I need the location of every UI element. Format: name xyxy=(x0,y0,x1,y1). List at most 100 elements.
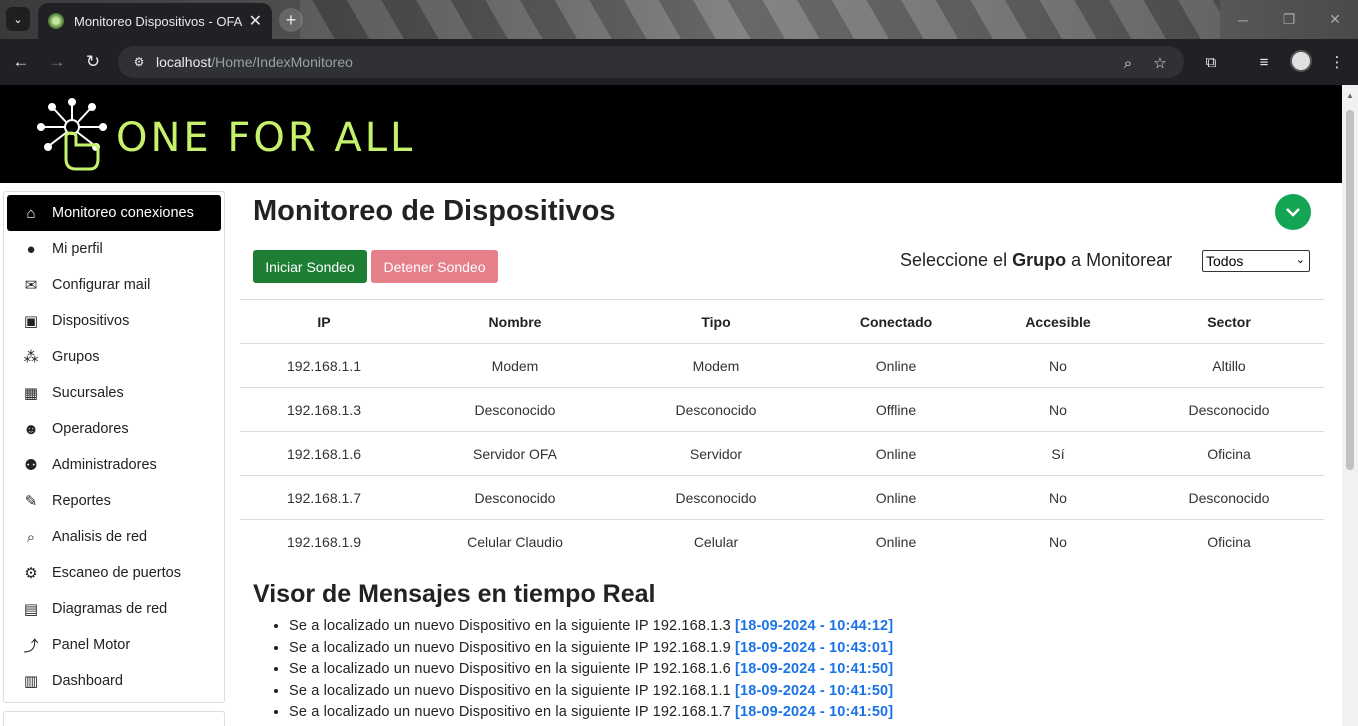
forward-icon[interactable]: → xyxy=(45,50,69,74)
message-list: Se a localizado un nuevo Dispositivo en … xyxy=(289,616,893,724)
cell-conectado: Online xyxy=(810,431,982,476)
column-header-conectado: Conectado xyxy=(810,299,982,344)
column-header-sector: Sector xyxy=(1134,299,1324,344)
brand-logo-icon xyxy=(37,98,107,171)
cell-nombre: Desconocido xyxy=(408,387,622,432)
cell-accesible: No xyxy=(982,343,1134,388)
cell-nombre: Modem xyxy=(408,343,622,388)
brand-logo-text: ONE FOR ALL xyxy=(116,115,416,161)
start-polling-button[interactable]: Iniciar Sondeo xyxy=(253,250,367,283)
sidebar-item-analisis-de-red[interactable]: ⌕ Analisis de red xyxy=(7,519,221,555)
store-icon: ▦ xyxy=(23,385,39,402)
group-select[interactable]: Todos ⌄ xyxy=(1202,250,1310,272)
new-tab-button[interactable]: + xyxy=(279,8,303,32)
sidebar-item-mi-perfil[interactable]: ● Mi perfil xyxy=(7,231,221,267)
sidebar-item-label: Administradores xyxy=(52,457,157,473)
list-item: Se a localizado un nuevo Dispositivo en … xyxy=(289,659,893,681)
sidebar-item-operadores[interactable]: ☻ Operadores xyxy=(7,411,221,447)
tab-title: Monitoreo Dispositivos - OFA xyxy=(74,13,243,29)
browser-menu-icon[interactable]: ⋮ xyxy=(1325,50,1349,74)
network-search-icon: ⌕ xyxy=(26,528,36,546)
sidebar-item-reportes[interactable]: ✎ Reportes xyxy=(7,483,221,519)
sidebar-item-sucursales[interactable]: ▦ Sucursales xyxy=(7,375,221,411)
devices-table: IP Nombre Tipo Conectado Accesible Secto… xyxy=(240,299,1324,564)
cell-nombre: Desconocido xyxy=(408,475,622,520)
groups-icon: ⁂ xyxy=(23,349,39,366)
browser-toolbar: ← → ↻ ⚙ localhost/Home/IndexMonitoreo ⌕ … xyxy=(0,39,1358,85)
cell-tipo: Desconocido xyxy=(622,387,810,432)
media-controls-icon[interactable]: ≡ xyxy=(1252,50,1276,74)
extensions-icon[interactable]: ⧉ xyxy=(1199,50,1223,74)
list-item: Se a localizado un nuevo Dispositivo en … xyxy=(289,638,893,660)
message-viewer-title: Visor de Mensajes en tiempo Real xyxy=(253,580,656,608)
cell-sector: Desconocido xyxy=(1134,387,1324,432)
diagram-icon: ▤ xyxy=(23,601,39,618)
column-header-accesible: Accesible xyxy=(982,299,1134,344)
back-icon[interactable]: ← xyxy=(9,50,33,74)
bookmark-star-icon[interactable]: ☆ xyxy=(1150,53,1170,73)
message-timestamp: [18-09-2024 - 10:41:50] xyxy=(735,661,894,677)
group-select-value: Todos xyxy=(1206,253,1244,269)
address-bar[interactable]: ⚙ localhost/Home/IndexMonitoreo ⌕ ☆ xyxy=(118,46,1184,78)
sidebar-item-grupos[interactable]: ⁂ Grupos xyxy=(7,339,221,375)
scroll-up-icon[interactable]: ▲ xyxy=(1346,91,1354,100)
browser-tab-active[interactable]: Monitoreo Dispositivos - OFA ✕ xyxy=(38,3,272,39)
sidebar-item-dispositivos[interactable]: ▣ Dispositivos xyxy=(7,303,221,339)
cell-sector: Altillo xyxy=(1134,343,1324,388)
sidebar-item-diagramas-de-red[interactable]: ▤ Diagramas de red xyxy=(7,591,221,627)
tab-bar-background xyxy=(300,0,1220,39)
minimize-window-icon[interactable]: ─ xyxy=(1220,0,1266,39)
report-icon: ✎ xyxy=(24,493,38,510)
reload-icon[interactable]: ↻ xyxy=(81,50,105,74)
table-row: 192.168.1.1 Modem Modem Online No Altill… xyxy=(240,343,1324,388)
cell-accesible: Sí xyxy=(982,431,1134,476)
collapse-toggle-button[interactable] xyxy=(1275,194,1311,230)
tab-search-button[interactable]: ⌄ xyxy=(6,7,30,31)
sidebar-item-monitoreo-conexiones[interactable]: ⌂ Monitoreo conexiones xyxy=(7,195,221,231)
user-icon: ● xyxy=(26,240,36,258)
column-header-tipo: Tipo xyxy=(622,299,810,344)
url-text: localhost/Home/IndexMonitoreo xyxy=(156,54,353,70)
cell-nombre: Servidor OFA xyxy=(408,431,622,476)
sidebar-secondary-panel xyxy=(3,711,225,726)
zoom-icon[interactable]: ⌕ xyxy=(1118,53,1138,73)
stop-polling-button[interactable]: Detener Sondeo xyxy=(371,250,498,283)
sidebar-item-dashboard[interactable]: ▥ Dashboard xyxy=(7,663,221,699)
sidebar-item-label: Mi perfil xyxy=(52,241,103,257)
scrollbar-thumb[interactable] xyxy=(1346,110,1354,470)
site-info-icon[interactable]: ⚙ xyxy=(130,53,148,71)
cell-ip: 192.168.1.1 xyxy=(240,343,408,388)
cell-ip: 192.168.1.7 xyxy=(240,475,408,520)
message-timestamp: [18-09-2024 - 10:43:01] xyxy=(735,639,894,656)
cell-conectado: Online xyxy=(810,475,982,520)
cell-sector: Oficina xyxy=(1134,431,1324,476)
main-content: Monitoreo de Dispositivos Iniciar Sondeo… xyxy=(240,183,1330,726)
sidebar-item-label: Configurar mail xyxy=(52,277,151,293)
table-row: 192.168.1.7 Desconocido Desconocido Onli… xyxy=(240,475,1324,520)
cell-accesible: No xyxy=(982,475,1134,520)
sidebar-item-escaneo-de-puertos[interactable]: ⚙ Escaneo de puertos xyxy=(7,555,221,591)
column-header-nombre: Nombre xyxy=(408,299,622,344)
restore-window-icon[interactable]: ❐ xyxy=(1266,0,1312,39)
close-window-icon[interactable]: ✕ xyxy=(1312,0,1358,39)
tab-close-icon[interactable]: ✕ xyxy=(249,11,262,31)
cell-conectado: Online xyxy=(875,533,917,550)
sidebar-item-panel-motor[interactable]: ⤴ Panel Motor xyxy=(7,627,221,663)
table-row: 192.168.1.6 Servidor OFA Servidor Online… xyxy=(240,431,1324,476)
message-timestamp: [18-09-2024 - 10:44:12] xyxy=(735,618,894,634)
cell-conectado: Offline xyxy=(810,387,982,432)
sidebar-item-label: Analisis de red xyxy=(52,529,148,545)
table-header-row: IP Nombre Tipo Conectado Accesible Secto… xyxy=(240,299,1324,344)
profile-avatar[interactable] xyxy=(1290,50,1312,72)
sidebar-item-administradores[interactable]: ⚉ Administradores xyxy=(7,447,221,483)
port-scan-icon: ⚙ xyxy=(24,565,38,582)
cell-ip: 192.168.1.3 xyxy=(240,387,408,432)
admins-icon: ⚉ xyxy=(24,457,38,474)
motor-icon: ⤴ xyxy=(23,637,39,655)
sidebar-item-label: Reportes xyxy=(52,493,111,509)
sidebar-item-configurar-mail[interactable]: ✉ Configurar mail xyxy=(7,267,221,303)
page-scrollbar[interactable]: ▲ xyxy=(1342,85,1358,726)
sidebar-item-label: Sucursales xyxy=(52,385,124,401)
table-row: 192.168.1.3 Desconocido Desconocido Offl… xyxy=(240,387,1324,432)
cell-accesible: No xyxy=(1049,533,1067,550)
